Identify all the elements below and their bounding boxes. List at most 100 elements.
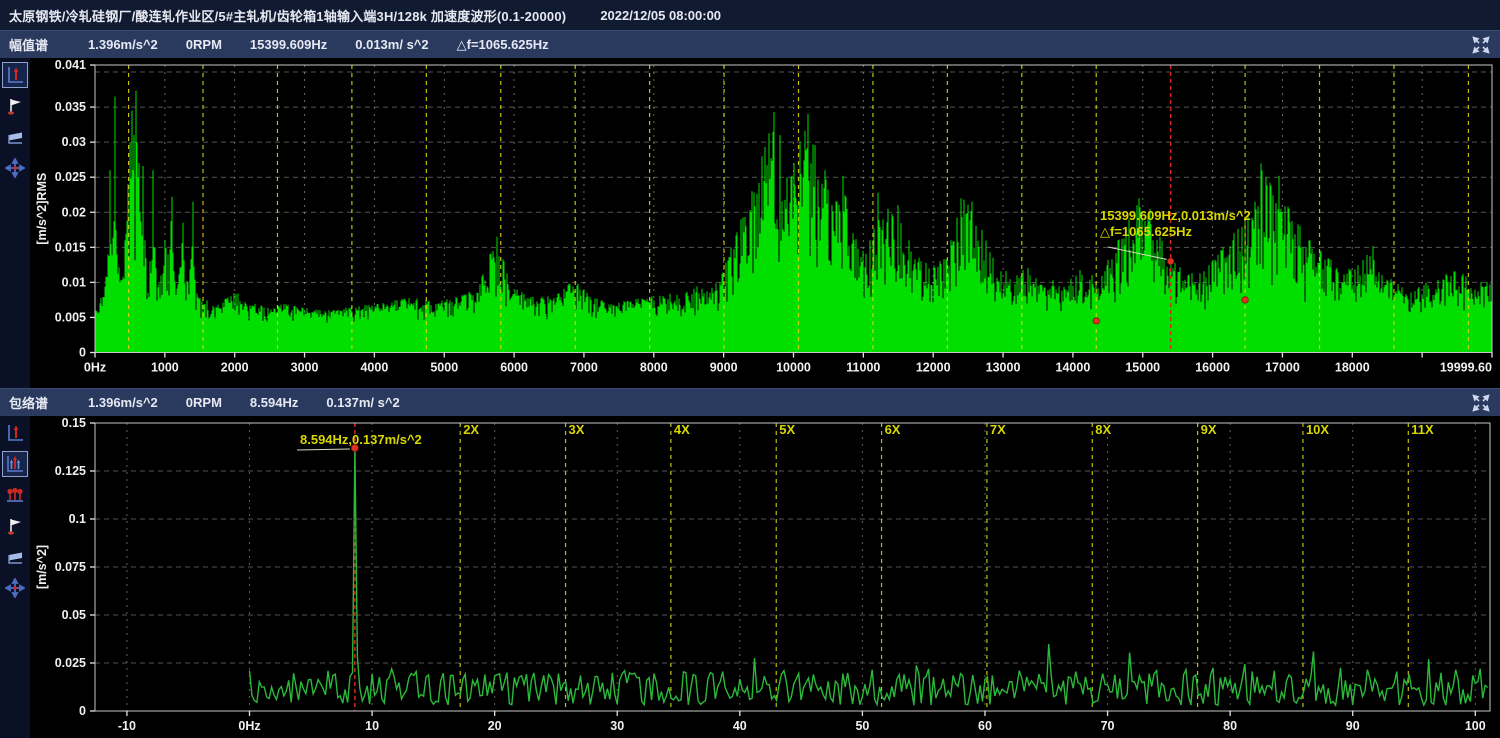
pan-tool[interactable] [2, 155, 28, 181]
svg-text:0.025: 0.025 [55, 170, 86, 184]
svg-text:80: 80 [1223, 719, 1237, 733]
svg-text:50: 50 [855, 719, 869, 733]
peak-cursor-tool[interactable] [2, 62, 28, 88]
svg-text:9X: 9X [1201, 422, 1217, 437]
svg-text:△f=1065.625Hz: △f=1065.625Hz [1100, 224, 1193, 239]
svg-text:0: 0 [79, 704, 86, 718]
svg-text:10X: 10X [1306, 422, 1329, 437]
envelope-toolbar [0, 416, 30, 738]
vibration-analysis-app: 太原钢铁/冷轧硅钢厂/酸连轧作业区/5#主轧机/齿轮箱1轴输入端3H/128k … [0, 0, 1500, 738]
svg-text:70: 70 [1101, 719, 1115, 733]
svg-text:8000: 8000 [640, 361, 668, 375]
svg-text:2000: 2000 [221, 361, 249, 375]
svg-text:0.015: 0.015 [55, 240, 86, 254]
svg-text:90: 90 [1346, 719, 1360, 733]
amplitude-spectrum-header: 幅值谱 1.396m/s^2 0RPM 15399.609Hz 0.013m/ … [0, 30, 1500, 58]
grid [95, 423, 1490, 711]
cursor-frequency-value: 15399.609Hz [250, 37, 327, 52]
svg-text:8X: 8X [1095, 422, 1111, 437]
svg-text:5X: 5X [779, 422, 795, 437]
measurement-datetime: 2022/12/05 08:00:00 [600, 8, 721, 23]
report-flag-tool[interactable] [2, 544, 28, 570]
fullscreen-expand-icon[interactable] [1470, 392, 1492, 414]
svg-text:0.05: 0.05 [62, 608, 86, 622]
amplitude-spectrum-panel: 幅值谱 1.396m/s^2 0RPM 15399.609Hz 0.013m/ … [0, 30, 1500, 388]
svg-text:18000: 18000 [1335, 361, 1370, 375]
svg-text:0.041: 0.041 [55, 58, 86, 72]
harmonic-cursor-tool[interactable] [2, 482, 28, 508]
svg-text:19999.60: 19999.60 [1440, 361, 1492, 375]
svg-text:6000: 6000 [500, 361, 528, 375]
flag-marker-tool[interactable] [2, 93, 28, 119]
envelope-spectrum-header: 包络谱 1.396m/s^2 0RPM 8.594Hz 0.137m/ s^2 [0, 388, 1500, 416]
svg-text:13000: 13000 [986, 361, 1021, 375]
envelope-spectrum-panel: 包络谱 1.396m/s^2 0RPM 8.594Hz 0.137m/ s^2 [0, 388, 1500, 738]
svg-text:10: 10 [365, 719, 379, 733]
svg-text:2X: 2X [463, 422, 479, 437]
report-flag-tool[interactable] [2, 124, 28, 150]
delta-f-value: △f=1065.625Hz [457, 37, 549, 53]
rpm-value: 0RPM [186, 37, 222, 52]
amplitude-spectrum-title: 幅值谱 [9, 35, 48, 54]
svg-text:0.035: 0.035 [55, 100, 86, 114]
svg-text:5000: 5000 [430, 361, 458, 375]
cursor-annotation: 15399.609Hz,0.013m/s^2△f=1065.625Hz [1100, 208, 1251, 259]
cursor-frequency-value: 8.594Hz [250, 395, 298, 410]
envelope-spectrum-chart[interactable]: 2X 3X 4X 5X 6X 7X 8X 9X 10X 11X -10 0Hz 10 20 30 40 50 60… [30, 416, 1500, 738]
cursor-annotation: 8.594Hz,0.137m/s^2 [297, 432, 422, 450]
svg-text:20: 20 [488, 719, 502, 733]
svg-text:0Hz: 0Hz [238, 719, 260, 733]
cursor-amplitude-value: 0.137m/ s^2 [326, 395, 399, 410]
flag-marker-tool[interactable] [2, 513, 28, 539]
svg-text:10000: 10000 [776, 361, 811, 375]
svg-text:[m/s^2]: [m/s^2] [35, 545, 49, 589]
svg-text:12000: 12000 [916, 361, 951, 375]
svg-text:30: 30 [610, 719, 624, 733]
rpm-value: 0RPM [186, 395, 222, 410]
sideband-cursor-tool[interactable] [2, 451, 28, 477]
svg-text:[m/s^2]RMS: [m/s^2]RMS [35, 173, 49, 245]
svg-text:6X: 6X [885, 422, 901, 437]
svg-text:7000: 7000 [570, 361, 598, 375]
svg-text:11000: 11000 [846, 361, 880, 375]
svg-text:4X: 4X [674, 422, 690, 437]
svg-text:0.01: 0.01 [62, 275, 86, 289]
svg-text:11X: 11X [1411, 422, 1434, 437]
svg-text:9000: 9000 [710, 361, 738, 375]
svg-text:7X: 7X [990, 422, 1006, 437]
titlebar: 太原钢铁/冷轧硅钢厂/酸连轧作业区/5#主轧机/齿轮箱1轴输入端3H/128k … [0, 0, 1500, 30]
svg-text:1000: 1000 [151, 361, 179, 375]
svg-text:16000: 16000 [1195, 361, 1230, 375]
svg-text:0Hz: 0Hz [84, 361, 106, 375]
svg-text:0.025: 0.025 [55, 656, 86, 670]
svg-text:0.1: 0.1 [69, 512, 86, 526]
svg-text:15399.609Hz,0.013m/s^2: 15399.609Hz,0.013m/s^2 [1100, 208, 1251, 223]
svg-text:100: 100 [1465, 719, 1486, 733]
amplitude-spectrum-chart[interactable]: 0Hz 1000 2000 3000 4000 5000 6000 7000 8000 9000 1… [30, 58, 1500, 388]
envelope-trace [250, 448, 1488, 705]
overall-rms-value: 1.396m/s^2 [88, 37, 158, 52]
svg-text:3X: 3X [569, 422, 585, 437]
svg-text:60: 60 [978, 719, 992, 733]
svg-text:0.02: 0.02 [62, 205, 86, 219]
envelope-spectrum-title: 包络谱 [9, 393, 48, 412]
overall-rms-value: 1.396m/s^2 [88, 395, 158, 410]
svg-text:0.15: 0.15 [62, 416, 86, 430]
svg-text:15000: 15000 [1125, 361, 1160, 375]
svg-text:4000: 4000 [360, 361, 388, 375]
cursor-amplitude-value: 0.013m/ s^2 [355, 37, 428, 52]
svg-text:-10: -10 [118, 719, 136, 733]
svg-text:14000: 14000 [1056, 361, 1091, 375]
fullscreen-expand-icon[interactable] [1470, 34, 1492, 56]
amplitude-toolbar [0, 58, 30, 388]
spectrum-trace [95, 91, 1492, 353]
single-cursor-tool[interactable] [2, 420, 28, 446]
svg-text:0.03: 0.03 [62, 135, 86, 149]
svg-text:0.005: 0.005 [55, 310, 86, 324]
svg-text:40: 40 [733, 719, 747, 733]
pan-tool[interactable] [2, 575, 28, 601]
svg-text:0.075: 0.075 [55, 560, 86, 574]
svg-text:0: 0 [79, 346, 86, 360]
svg-text:3000: 3000 [291, 361, 319, 375]
envelope-spectrum-body: 2X 3X 4X 5X 6X 7X 8X 9X 10X 11X -10 0Hz 10 20 30 40 50 60… [0, 416, 1500, 738]
